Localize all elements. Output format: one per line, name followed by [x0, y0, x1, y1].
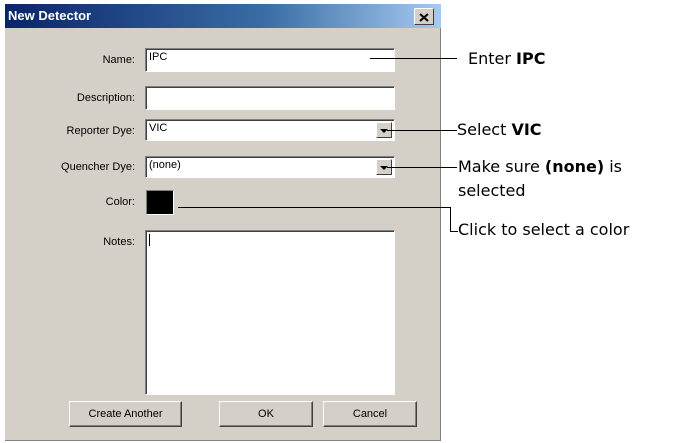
callout-reporter: Select VIC [457, 120, 542, 139]
callout-name-prefix: Enter [468, 49, 517, 68]
ok-button[interactable]: OK [219, 401, 313, 427]
callout-quencher-suffix: is [604, 157, 622, 176]
callout-line-color-tick [450, 231, 458, 232]
color-label: Color: [105, 196, 135, 208]
callout-quencher-prefix: Make sure [458, 157, 545, 176]
reporter-dye-label: Reporter Dye: [66, 125, 135, 137]
callout-quencher-bold: (none) [544, 157, 605, 176]
callout-quencher-line2: selected [458, 181, 526, 200]
callout-name: Enter IPC [468, 49, 545, 68]
close-button[interactable] [414, 8, 434, 25]
dialog-title: New Detector [8, 8, 92, 23]
notes-textarea[interactable] [145, 230, 395, 395]
reporter-dye-value: VIC [149, 122, 168, 134]
callout-line-reporter [387, 130, 457, 131]
reporter-dye-select[interactable]: VIC [145, 119, 395, 141]
new-detector-dialog: New Detector Name: IPC Description: Repo… [5, 4, 441, 441]
callout-color: Click to select a color [458, 220, 630, 239]
text-caret [149, 234, 150, 246]
title-bar: New Detector [5, 4, 441, 28]
callout-name-bold: IPC [516, 49, 546, 68]
callout-line-color-h [178, 207, 451, 208]
callout-line-quencher [387, 167, 457, 168]
name-label: Name: [102, 54, 135, 66]
notes-label: Notes: [103, 236, 135, 248]
description-input[interactable] [145, 86, 395, 110]
quencher-dye-label: Quencher Dye: [61, 161, 135, 173]
close-icon [419, 10, 429, 24]
callout-line-name [370, 58, 457, 59]
description-label: Description: [76, 92, 135, 104]
callout-quencher: Make sure (none) is [458, 157, 622, 176]
callout-reporter-bold: VIC [511, 120, 542, 139]
create-another-button[interactable]: Create Another [69, 401, 182, 427]
callout-reporter-prefix: Select [457, 120, 512, 139]
cancel-button[interactable]: Cancel [323, 401, 417, 427]
color-swatch-button[interactable] [146, 190, 174, 215]
name-input[interactable]: IPC [145, 48, 395, 72]
callout-line-color-v [450, 207, 451, 231]
quencher-dye-value: (none) [149, 159, 181, 171]
quencher-dye-select[interactable]: (none) [145, 156, 395, 178]
